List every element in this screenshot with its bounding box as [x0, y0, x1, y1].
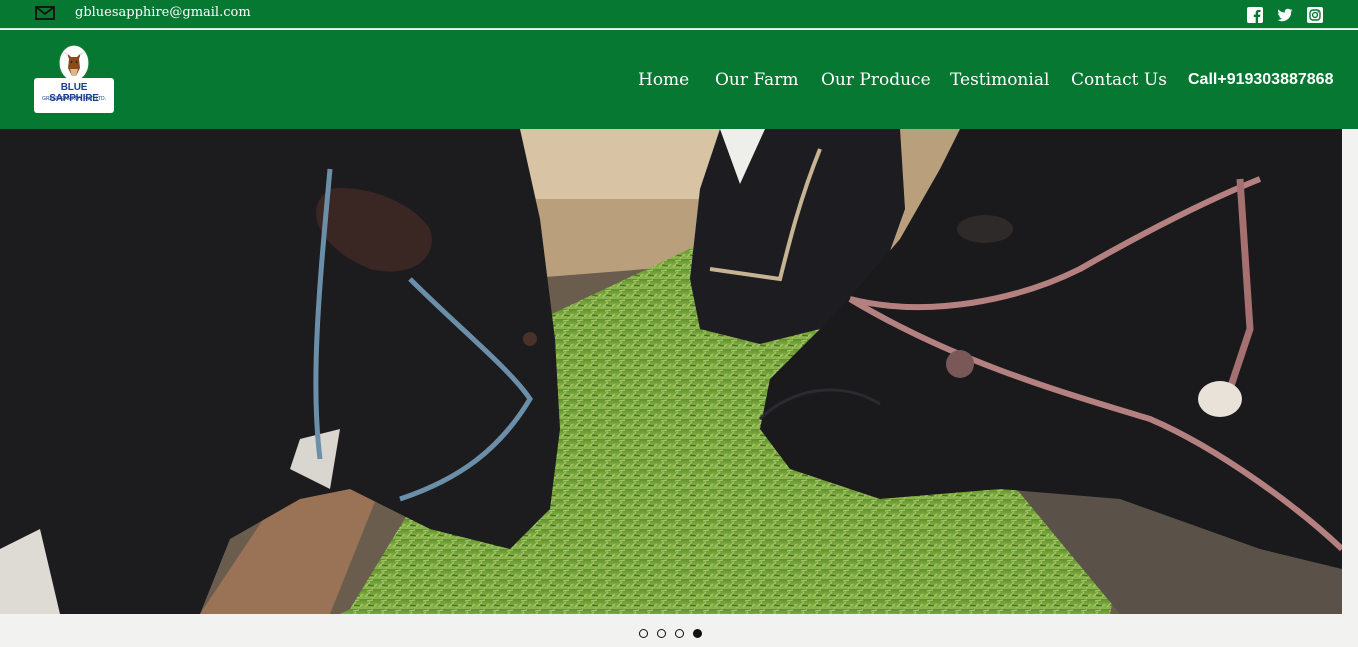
- nav-home[interactable]: Home: [638, 70, 689, 90]
- nav-contact-us[interactable]: Contact Us: [1071, 70, 1167, 90]
- carousel-dot-4[interactable]: [693, 629, 702, 638]
- cow-logo-icon: [58, 44, 90, 82]
- carousel-dot-1[interactable]: [639, 629, 648, 638]
- nav-our-produce[interactable]: Our Produce: [821, 70, 931, 90]
- company-logo[interactable]: BLUE SAPPHIRE GREEN ENERGY PVT. LTD.: [34, 44, 114, 113]
- email-address[interactable]: gbluesapphire@gmail.com: [75, 5, 251, 20]
- carousel-dot-2[interactable]: [657, 629, 666, 638]
- instagram-icon[interactable]: [1307, 7, 1323, 23]
- twitter-icon[interactable]: [1277, 7, 1293, 23]
- logo-badge: BLUE SAPPHIRE GREEN ENERGY PVT. LTD.: [34, 78, 114, 113]
- nav-our-farm[interactable]: Our Farm: [715, 70, 798, 90]
- nav-testimonial[interactable]: Testimonial: [950, 70, 1049, 90]
- call-phone-link[interactable]: Call+919303887868: [1188, 71, 1333, 89]
- logo-subtitle: GREEN ENERGY PVT. LTD.: [42, 96, 106, 102]
- mail-icon: [35, 6, 55, 20]
- main-navbar: BLUE SAPPHIRE GREEN ENERGY PVT. LTD. Hom…: [0, 30, 1358, 129]
- top-bar: gbluesapphire@gmail.com: [0, 0, 1358, 29]
- cows-feeding-illustration: [0, 129, 1342, 614]
- carousel-dot-3[interactable]: [675, 629, 684, 638]
- carousel-indicators: [639, 629, 709, 641]
- facebook-icon[interactable]: [1247, 7, 1263, 23]
- hero-slide-image: [0, 129, 1342, 614]
